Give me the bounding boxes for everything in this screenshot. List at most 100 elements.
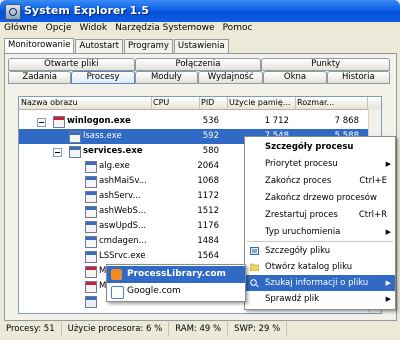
subtab-procesy[interactable]: Procesy [71, 71, 135, 84]
process-name: ashServ... [99, 191, 141, 201]
menu-item-label: Typ uruchomienia [265, 227, 341, 237]
process-name: services.exe [83, 146, 143, 156]
status-swap: SWP: 29 % [228, 322, 288, 336]
menu-item-priorytet[interactable]: Priorytet procesu ▶ [245, 156, 395, 172]
pid: 1172 [197, 191, 219, 201]
subtab-historia[interactable]: Historia [326, 71, 391, 84]
pid: 592 [202, 131, 219, 141]
submenu-item-label: ProcessLibrary.com [127, 269, 226, 279]
pid: 1068 [197, 176, 219, 186]
process-name: ashWebS... [99, 206, 147, 216]
tab-ustawienia[interactable]: Ustawienia [173, 39, 229, 53]
col-cpu[interactable]: CPU [151, 97, 200, 109]
google-icon [111, 286, 124, 299]
menu-item-zakoncz-drzewo[interactable]: Zakończ drzewo procesów [245, 190, 395, 206]
column-header-row: Nazwa obrazu CPU PID Użycie pamię... Roz… [19, 97, 381, 110]
process-name: lsass.exe [83, 131, 122, 141]
file-details-icon [250, 247, 259, 255]
main-tabs: Monitorowanie Autostart Programy Ustawie… [4, 38, 230, 55]
search-submenu: ProcessLibrary.com Google.com [106, 264, 246, 302]
context-menu: Szczegóły procesu Priorytet procesu ▶ Za… [244, 136, 396, 310]
submenu-item-google[interactable]: Google.com [107, 283, 245, 300]
menu-item-label: Zakończ proces [265, 176, 332, 186]
process-name: ashMaiSv... [99, 176, 147, 186]
menu-glowne[interactable]: Główne [0, 22, 42, 36]
subtab-punkty[interactable]: Punkty [261, 58, 390, 71]
col-nazwa[interactable]: Nazwa obrazu [19, 97, 152, 109]
subtab-okna[interactable]: Okna [263, 71, 327, 84]
menu-item-szczegoly-procesu[interactable]: Szczegóły procesu [245, 139, 395, 155]
collapse-icon[interactable] [37, 118, 46, 127]
table-row[interactable]: winlogon.exe 536 1 712 7 868 [19, 114, 381, 129]
process-icon [85, 296, 97, 308]
status-processes: Procesy: 51 [0, 322, 62, 336]
menu-item-label: Szczegóły procesu [265, 142, 354, 152]
submenu-item-label: Google.com [127, 286, 181, 296]
window-title: System Explorer 1.5 [24, 4, 150, 17]
menu-item-otworz-katalog[interactable]: Otwórz katalog pliku [245, 259, 395, 275]
tab-programy[interactable]: Programy [124, 39, 173, 53]
menu-bar: Główne Opcje Widok Narzędzia Systemowe P… [0, 22, 400, 36]
menu-item-label: Szukaj informacji o pliku [265, 278, 369, 288]
folder-icon [250, 263, 259, 271]
process-name: LSSrvc.exe [99, 251, 146, 261]
process-name: alg.exe [99, 161, 130, 171]
subtab-row-2: Zadania Procesy Moduły Wydajność Okna Hi… [8, 71, 391, 84]
pid: 536 [202, 116, 219, 126]
process-icon [85, 161, 97, 173]
app-icon [5, 4, 21, 20]
submenu-arrow-icon: ▶ [385, 295, 391, 303]
pid: 1484 [197, 236, 219, 246]
subtab-zadania[interactable]: Zadania [8, 71, 72, 84]
submenu-arrow-icon: ▶ [385, 228, 391, 236]
menu-item-zakoncz-proces[interactable]: Zakończ proces Ctrl+E [245, 173, 395, 189]
status-bar: Procesy: 51 Użycie procesora: 6 % RAM: 4… [0, 322, 400, 336]
menu-item-sprawdz-plik[interactable]: Sprawdź plik ▶ [245, 291, 395, 307]
menu-item-label: Otwórz katalog pliku [265, 262, 353, 272]
process-icon [53, 116, 65, 128]
collapse-icon[interactable] [53, 148, 62, 157]
col-rozmiar[interactable]: Rozmar... [295, 97, 368, 109]
subtab-polaczenia[interactable]: Połączenia [134, 58, 262, 71]
subtab-otwarte-pliki[interactable]: Otwarte pliki [8, 58, 135, 71]
menu-item-label: Zrestartuj proces [265, 210, 338, 220]
menu-widok[interactable]: Widok [75, 22, 111, 36]
process-icon [85, 221, 97, 233]
title-bar[interactable]: System Explorer 1.5 [0, 0, 400, 22]
process-icon [85, 206, 97, 218]
pid: 1564 [197, 251, 219, 261]
col-uzycie-pamieci[interactable]: Użycie pamię... [227, 97, 296, 109]
menu-item-szczegoly-pliku[interactable]: Szczegóły pliku [245, 243, 395, 259]
menu-opcje[interactable]: Opcje [42, 22, 76, 36]
submenu-arrow-icon: ▶ [385, 279, 391, 287]
process-icon [85, 251, 97, 263]
size: 7 868 [334, 116, 359, 126]
status-ram: RAM: 49 % [169, 322, 229, 336]
process-icon [85, 236, 97, 248]
menu-pomoc[interactable]: Pomoc [219, 22, 257, 36]
pid: 2064 [197, 161, 219, 171]
process-icon [85, 191, 97, 203]
processlibrary-icon [111, 269, 122, 280]
pid: 580 [202, 146, 219, 156]
web-search-icon [250, 279, 259, 287]
process-icon [69, 146, 81, 158]
process-icon [69, 131, 81, 143]
subtab-moduly[interactable]: Moduły [134, 71, 199, 84]
submenu-item-processlibrary[interactable]: ProcessLibrary.com [107, 266, 245, 283]
menu-item-zrestartuj[interactable]: Zrestartuj proces Ctrl+R [245, 207, 395, 223]
col-pid[interactable]: PID [199, 97, 228, 109]
menu-item-label: Zakończ drzewo procesów [265, 193, 377, 203]
submenu-arrow-icon: ▶ [385, 160, 391, 168]
memory-usage: 1 712 [264, 116, 289, 126]
pid: 1512 [197, 206, 219, 216]
subtab-wydajnosc[interactable]: Wydajność [198, 71, 264, 84]
process-icon [85, 281, 97, 293]
menu-item-typ-uruchomienia[interactable]: Typ uruchomienia ▶ [245, 224, 395, 240]
menu-item-szukaj-informacji[interactable]: Szukaj informacji o pliku ▶ [245, 275, 395, 291]
menu-item-shortcut: Ctrl+R [358, 210, 387, 220]
process-icon [85, 266, 97, 278]
menu-narzedzia[interactable]: Narzędzia Systemowe [111, 22, 219, 36]
tab-autostart[interactable]: Autostart [75, 39, 124, 53]
app-window: System Explorer 1.5 Główne Opcje Widok N… [0, 0, 400, 340]
